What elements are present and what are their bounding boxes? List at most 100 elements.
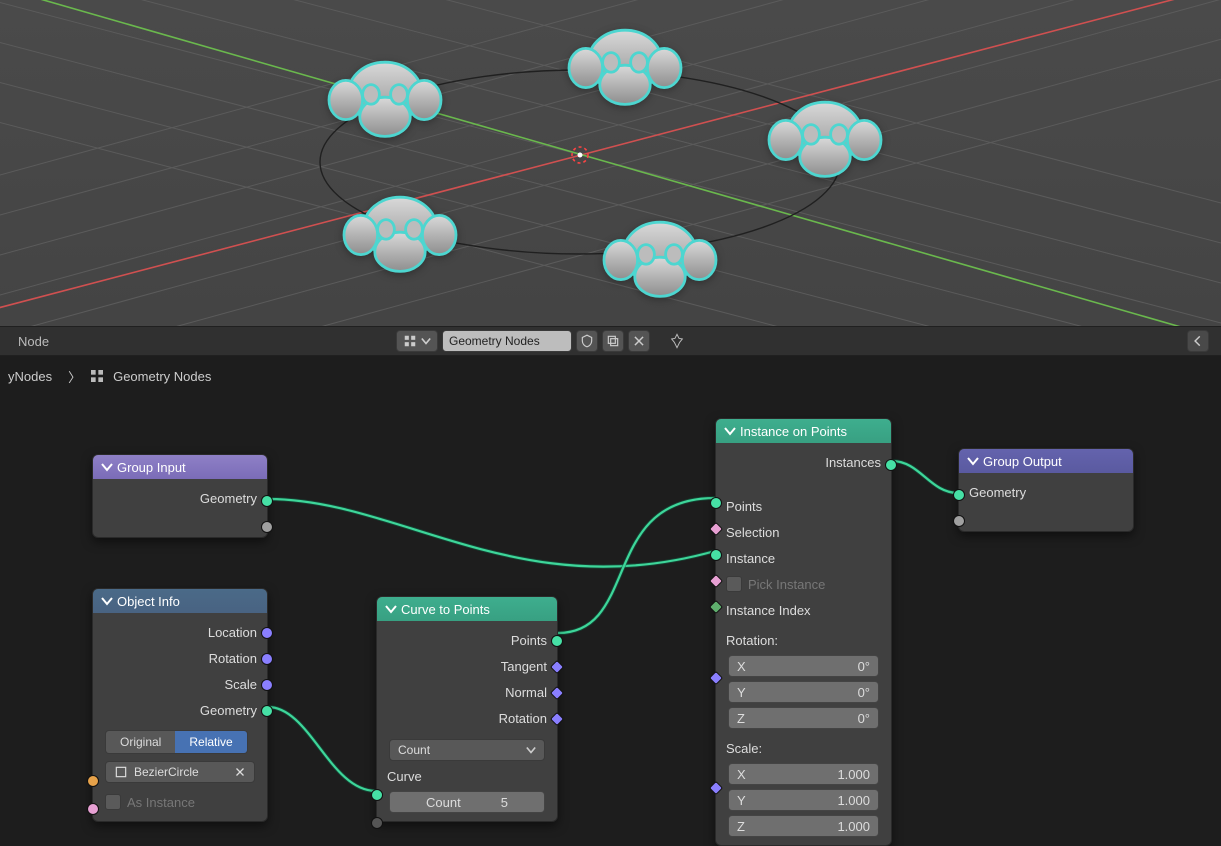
socket-label: Curve bbox=[387, 769, 422, 784]
scale-y-field[interactable]: Y1.000 bbox=[728, 789, 879, 811]
node-tree-name-input[interactable]: Geometry Nodes bbox=[442, 330, 572, 352]
breadcrumb-current[interactable]: Geometry Nodes bbox=[113, 369, 211, 384]
node-editor-canvas[interactable]: Group Input Geometry Object Info Locatio… bbox=[0, 396, 1221, 834]
instance-monkey bbox=[315, 30, 455, 170]
socket-label: Pick Instance bbox=[748, 577, 825, 592]
shield-icon bbox=[580, 334, 594, 348]
node-header[interactable]: Instance on Points bbox=[716, 419, 891, 443]
chevron-down-icon bbox=[724, 425, 736, 437]
socket-label: Points bbox=[511, 633, 547, 648]
tree-icon bbox=[403, 334, 417, 348]
count-label: Count bbox=[426, 795, 461, 810]
node-instance-on-points[interactable]: Instance on Points Instances Points Sele… bbox=[715, 418, 892, 846]
node-title: Group Input bbox=[117, 460, 186, 475]
instance-monkey bbox=[590, 190, 730, 326]
socket-geometry-out[interactable] bbox=[261, 495, 273, 507]
chevron-down-icon bbox=[385, 603, 397, 615]
socket-label: Points bbox=[726, 499, 762, 514]
editor-type-label[interactable]: Node bbox=[18, 334, 49, 349]
count-value: 5 bbox=[501, 795, 508, 810]
socket-label: Geometry bbox=[200, 703, 257, 718]
as-instance-checkbox[interactable] bbox=[105, 794, 121, 810]
chevron-down-icon bbox=[421, 336, 431, 346]
node-header[interactable]: Object Info bbox=[93, 589, 267, 613]
node-header[interactable]: Group Input bbox=[93, 455, 267, 479]
socket-geometry-out[interactable] bbox=[261, 705, 273, 717]
socket-points-out[interactable] bbox=[551, 635, 563, 647]
socket-count-in[interactable] bbox=[371, 817, 383, 829]
mode-dropdown[interactable]: Count bbox=[389, 739, 545, 761]
socket-object-in[interactable] bbox=[87, 775, 99, 787]
chevron-down-icon bbox=[101, 461, 113, 473]
shield-toggle[interactable] bbox=[576, 330, 598, 352]
node-curve-to-points[interactable]: Curve to Points Points Tangent Normal Ro… bbox=[376, 596, 558, 822]
breadcrumb-sep: 〉 bbox=[68, 367, 81, 386]
3d-viewport[interactable] bbox=[0, 0, 1221, 326]
count-field[interactable]: Count 5 bbox=[389, 791, 545, 813]
node-header[interactable]: Group Output bbox=[959, 449, 1133, 473]
socket-label: Rotation bbox=[209, 651, 257, 666]
toggle-original[interactable]: Original bbox=[106, 731, 175, 753]
field-group-label: Scale: bbox=[726, 741, 762, 756]
node-tree-icon bbox=[89, 368, 105, 384]
pin-icon bbox=[669, 333, 685, 349]
socket-geometry-in[interactable] bbox=[953, 489, 965, 501]
socket-label: Instance bbox=[726, 551, 775, 566]
chevron-down-icon bbox=[526, 745, 536, 755]
node-group-output[interactable]: Group Output Geometry bbox=[958, 448, 1134, 532]
socket-curve-in[interactable] bbox=[371, 789, 383, 801]
socket-label: As Instance bbox=[127, 795, 195, 810]
scale-x-field[interactable]: X1.000 bbox=[728, 763, 879, 785]
node-object-info[interactable]: Object Info Location Rotation Scale Geom… bbox=[92, 588, 268, 822]
node-title: Group Output bbox=[983, 454, 1062, 469]
duplicate-button[interactable] bbox=[602, 330, 624, 352]
socket-label: Location bbox=[208, 625, 257, 640]
socket-scale-out[interactable] bbox=[261, 679, 273, 691]
chevron-left-icon bbox=[1191, 334, 1205, 348]
socket-label: Instances bbox=[825, 455, 881, 470]
breadcrumb: yNodes 〉 Geometry Nodes bbox=[0, 356, 1221, 396]
socket-label: Selection bbox=[726, 525, 779, 540]
socket-virtual-out[interactable] bbox=[261, 521, 273, 533]
node-tree-browse-button[interactable] bbox=[396, 330, 438, 352]
socket-virtual-in[interactable] bbox=[953, 515, 965, 527]
pick-instance-checkbox[interactable] bbox=[726, 576, 742, 592]
mode-value: Count bbox=[398, 743, 430, 757]
node-header[interactable]: Curve to Points bbox=[377, 597, 557, 621]
breadcrumb-parent[interactable]: yNodes bbox=[8, 369, 52, 384]
socket-as-instance-in[interactable] bbox=[87, 803, 99, 815]
field-group-label: Rotation: bbox=[726, 633, 778, 648]
socket-instance-in[interactable] bbox=[710, 549, 722, 561]
close-icon bbox=[632, 334, 646, 348]
instance-monkey bbox=[755, 70, 895, 210]
copy-icon bbox=[606, 334, 620, 348]
socket-points-in[interactable] bbox=[710, 497, 722, 509]
object-picker[interactable]: BezierCircle bbox=[105, 761, 255, 783]
socket-instances-out[interactable] bbox=[885, 459, 897, 471]
rotation-z-field[interactable]: Z0° bbox=[728, 707, 879, 729]
unlink-button[interactable] bbox=[628, 330, 650, 352]
pin-button[interactable] bbox=[666, 330, 688, 352]
node-title: Curve to Points bbox=[401, 602, 490, 617]
collapse-header-button[interactable] bbox=[1187, 330, 1209, 352]
object-name: BezierCircle bbox=[134, 765, 199, 779]
object-icon bbox=[114, 765, 128, 779]
node-group-input[interactable]: Group Input Geometry bbox=[92, 454, 268, 538]
instance-monkey bbox=[330, 165, 470, 305]
node-editor-header: Node Geometry Nodes bbox=[0, 326, 1221, 356]
x-icon[interactable] bbox=[234, 766, 246, 778]
rotation-y-field[interactable]: Y0° bbox=[728, 681, 879, 703]
toggle-relative[interactable]: Relative bbox=[175, 731, 246, 753]
chevron-down-icon bbox=[967, 455, 979, 467]
rotation-x-field[interactable]: X0° bbox=[728, 655, 879, 677]
instance-monkey bbox=[555, 0, 695, 138]
chevron-down-icon bbox=[101, 595, 113, 607]
socket-label: Normal bbox=[505, 685, 547, 700]
socket-label: Rotation bbox=[499, 711, 547, 726]
node-title: Instance on Points bbox=[740, 424, 847, 439]
socket-label: Geometry bbox=[200, 491, 257, 506]
socket-location-out[interactable] bbox=[261, 627, 273, 639]
space-toggle[interactable]: Original Relative bbox=[105, 730, 248, 754]
socket-label: Tangent bbox=[501, 659, 547, 674]
socket-rotation-out[interactable] bbox=[261, 653, 273, 665]
